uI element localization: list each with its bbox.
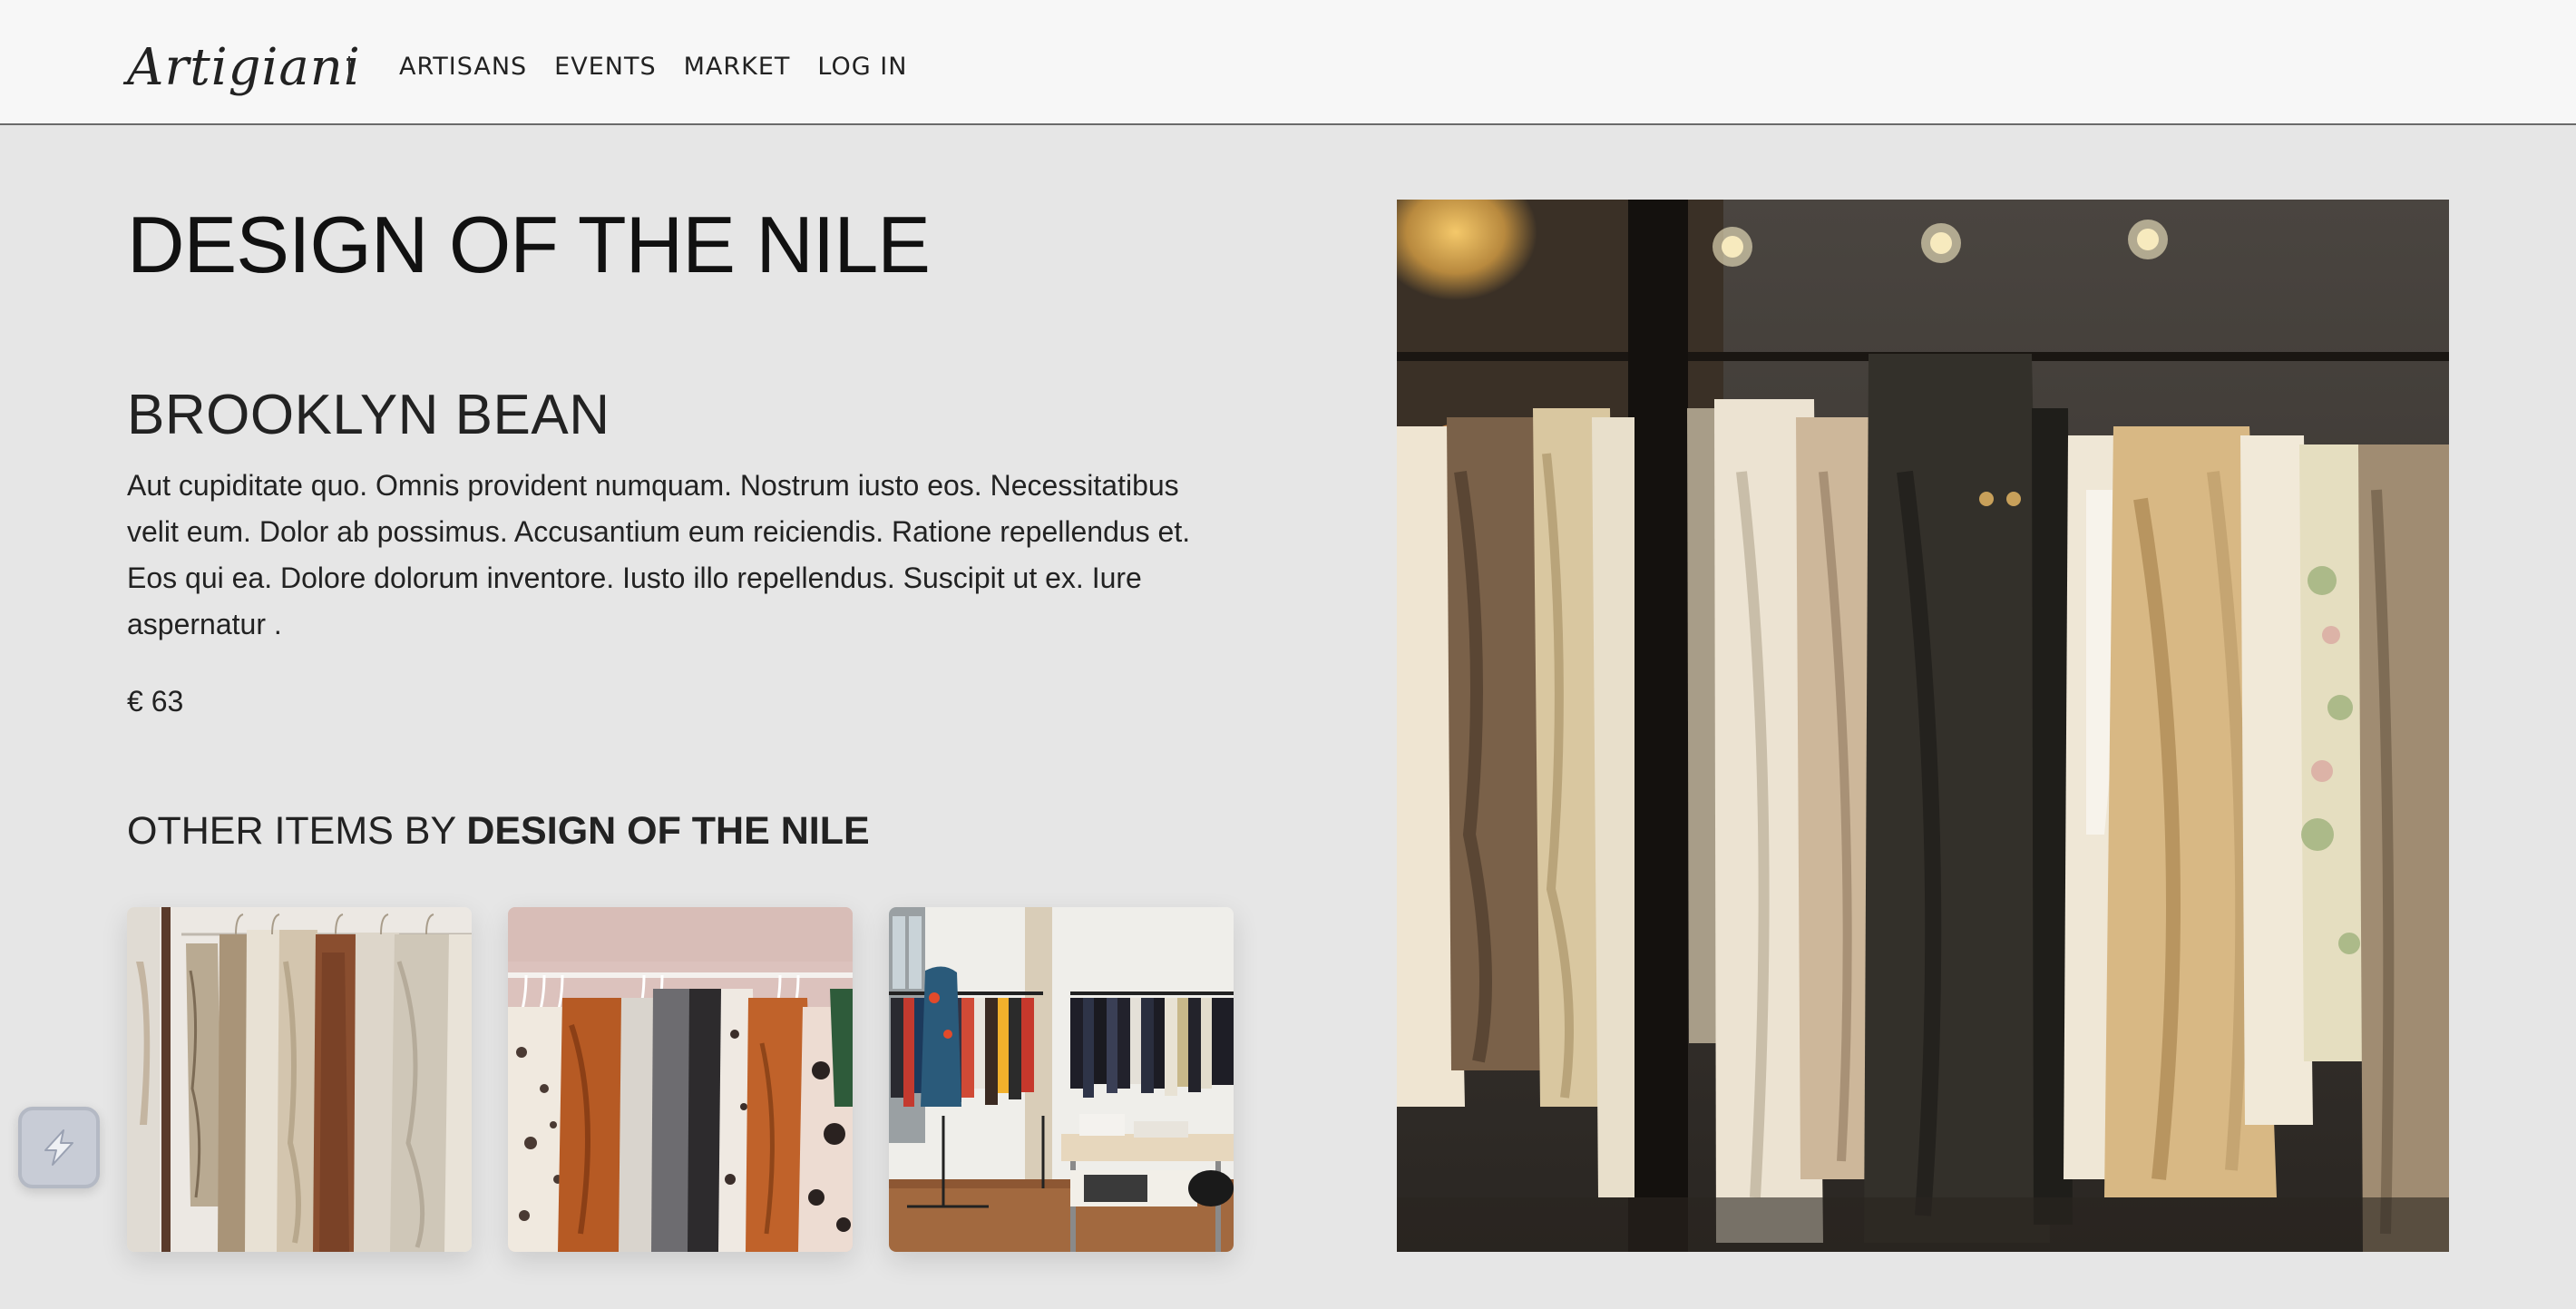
site-header: Artigiani ARTISANS EVENTS MARKET LOG IN [0,0,2576,125]
other-items-list [127,907,1234,1252]
other-items-heading-prefix: OTHER ITEMS BY [127,809,456,853]
maker-title[interactable]: DESIGN OF THE NILE [127,200,931,290]
product-price: € 63 [127,685,184,718]
nav-market-link[interactable]: MARKET [684,47,791,87]
other-items-heading-maker: DESIGN OF THE NILE [466,809,870,853]
other-item-thumb-1[interactable] [127,907,472,1252]
boutique-interior-photo [889,907,1234,1252]
product-main-image [1397,200,2449,1252]
other-item-thumb-3[interactable] [889,907,1234,1252]
knit-sweaters-photo [127,907,472,1252]
site-logo[interactable]: Artigiani [127,27,361,109]
clothing-rack-photo [1397,200,2449,1252]
nav-login-link[interactable]: LOG IN [817,47,907,87]
other-items-heading: OTHER ITEMS BY DESIGN OF THE NILE [127,804,870,858]
other-item-thumb-2[interactable] [508,907,853,1252]
patterned-blouses-photo [508,907,853,1252]
assistant-widget-button[interactable] [18,1107,100,1188]
product-description: Aut cupiditate quo. Omnis provident numq… [127,469,1191,640]
main-nav: ARTISANS EVENTS MARKET LOG IN [399,47,907,87]
header-separator [348,56,350,82]
nav-artisans-link[interactable]: ARTISANS [399,47,527,87]
product-title: BROOKLYN BEAN [127,384,610,446]
lightning-bolt-icon [44,1129,73,1166]
nav-events-link[interactable]: EVENTS [554,47,656,87]
